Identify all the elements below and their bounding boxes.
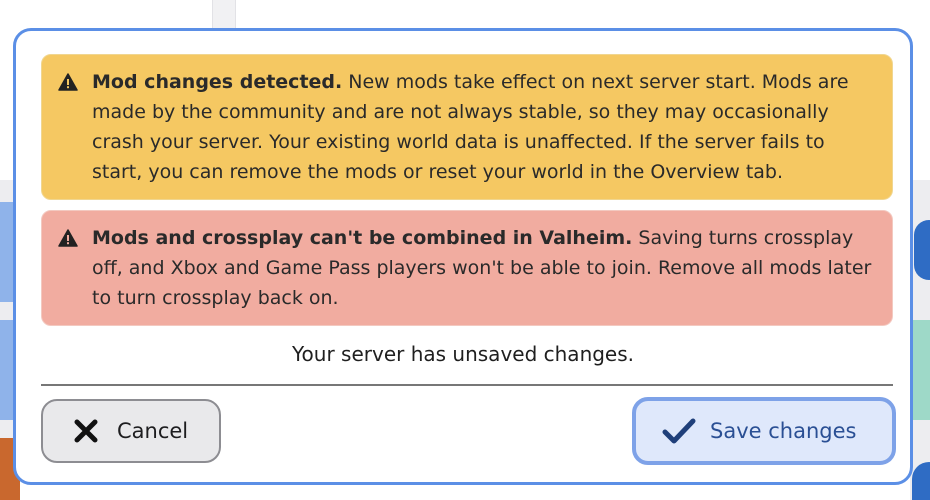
save-changes-button[interactable]: Save changes: [632, 397, 896, 465]
background-avatar: [914, 220, 930, 280]
cancel-button-label: Cancel: [117, 419, 189, 443]
background-header: [0, 0, 930, 30]
unsaved-changes-text: Your server has unsaved changes.: [291, 342, 635, 366]
cancel-button[interactable]: Cancel: [41, 399, 221, 463]
warning-triangle-icon: [58, 73, 78, 91]
divider: [41, 384, 893, 386]
mod-changes-warning-alert: Mod changes detected. New mods take effe…: [41, 54, 893, 200]
close-x-icon: [74, 419, 98, 443]
alert-title: Mods and crossplay can't be combined in …: [92, 227, 633, 249]
crossplay-danger-alert: Mods and crossplay can't be combined in …: [41, 210, 893, 326]
background-card: [910, 320, 930, 420]
background-divider: [212, 0, 236, 30]
background-right-cards: [910, 180, 930, 500]
warning-triangle-icon: [58, 229, 78, 247]
alert-title: Mod changes detected.: [92, 71, 343, 93]
unsaved-changes-dialog: Mod changes detected. New mods take effe…: [13, 28, 913, 485]
checkmark-icon: [662, 418, 696, 444]
background-avatar: [912, 462, 930, 500]
save-button-label: Save changes: [710, 419, 857, 443]
